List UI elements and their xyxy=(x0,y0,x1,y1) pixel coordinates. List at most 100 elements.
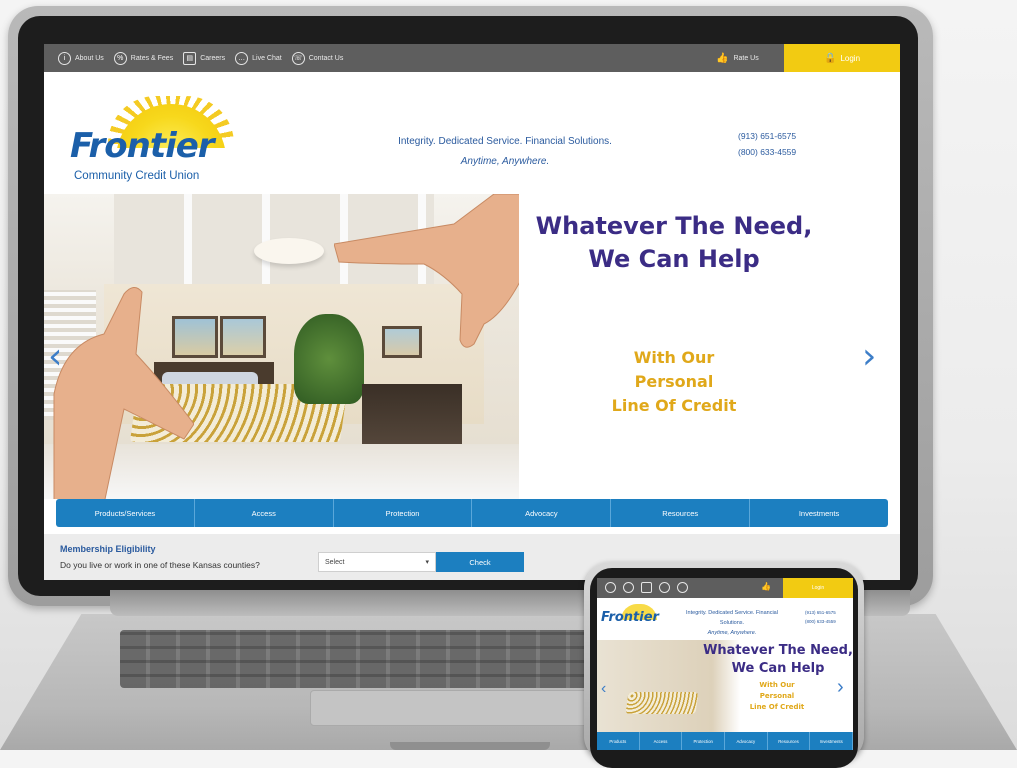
phone-login-label: Login xyxy=(811,585,825,591)
nav-tab-resources[interactable]: Resources xyxy=(611,499,751,527)
utility-link-label: Live Chat xyxy=(252,54,282,62)
county-select[interactable]: Select ▾ xyxy=(318,552,436,572)
phone-hero-slider: Whatever The Need, We Can Help With Our … xyxy=(597,640,853,732)
utility-link-label: Careers xyxy=(200,54,226,62)
main-nav: Products/Services Access Protection Advo… xyxy=(56,499,888,527)
phone-nav-tab-resources[interactable]: Resources xyxy=(768,732,811,750)
utility-link-contact-us[interactable]: ☏ Contact Us xyxy=(291,51,344,65)
phone-hero-sub-line-1: With Our xyxy=(759,681,795,689)
hero-bedroom-photo xyxy=(44,194,519,499)
phone-phone-numbers: (913) 651-6575 (800) 633-4559 xyxy=(805,608,836,626)
utility-bar: i About Us % Rates & Fees ▤ Careers … Li… xyxy=(44,44,900,72)
nav-tab-investments[interactable]: Investments xyxy=(750,499,888,527)
phone-hero-subheadline: With Our Personal Line Of Credit xyxy=(737,680,817,713)
dropdown-caret-icon: ▾ xyxy=(425,559,429,566)
briefcase-icon: ▤ xyxy=(183,51,197,65)
phone-login-button[interactable]: Login xyxy=(783,578,853,598)
hero-subheadline: With Our Personal Line Of Credit xyxy=(524,346,824,418)
phone-number-local[interactable]: (913) 651-6575 xyxy=(805,608,836,617)
phone-numbers: (913) 651-6575 (800) 633-4559 xyxy=(738,128,796,160)
tagline-line-2: Anytime, Anywhere. xyxy=(460,156,550,167)
phone-number-tollfree[interactable]: (800) 633-4559 xyxy=(805,617,836,626)
rate-us-label: Rate Us xyxy=(733,54,759,62)
phone-hero-sub-line-2: Personal xyxy=(759,692,795,700)
lock-icon: 🔒 xyxy=(824,52,837,64)
nav-tab-access[interactable]: Access xyxy=(195,499,334,527)
info-icon: i xyxy=(58,51,71,65)
phone-main-nav: Products Access Protection Advocacy Reso… xyxy=(597,732,853,750)
laptop-trackpad xyxy=(310,690,612,726)
rate-us-link[interactable]: 👍 Rate Us xyxy=(716,44,759,72)
phone-hero-headline: Whatever The Need, We Can Help xyxy=(703,642,853,678)
utility-link-about-us[interactable]: i About Us xyxy=(58,51,104,65)
phone-nav-tab-advocacy[interactable]: Advocacy xyxy=(725,732,768,750)
laptop-base xyxy=(0,590,1017,750)
check-button[interactable]: Check xyxy=(436,552,524,572)
phone-nav-tab-products[interactable]: Products xyxy=(597,732,640,750)
login-label: Login xyxy=(840,53,861,63)
thumbs-up-icon: 👍 xyxy=(716,52,729,64)
phone-number-local[interactable]: (913) 651-6575 xyxy=(738,128,796,144)
chat-icon: … xyxy=(235,51,249,65)
utility-link-live-chat[interactable]: … Live Chat xyxy=(235,51,282,65)
hero-headline: Whatever The Need, We Can Help xyxy=(504,210,844,276)
nav-tab-advocacy[interactable]: Advocacy xyxy=(472,499,612,527)
phone-site-logo[interactable]: Frontier xyxy=(601,604,661,634)
hero-slider: Whatever The Need, We Can Help With Our … xyxy=(44,194,900,499)
phone-tagline-line-1: Integrity. Dedicated Service. Financial xyxy=(686,610,778,616)
laptop-front-lip xyxy=(390,742,550,750)
phone-nav-tab-investments[interactable]: Investments xyxy=(810,732,853,750)
membership-question: Do you live or work in one of these Kans… xyxy=(60,560,260,570)
phone-icon: ☏ xyxy=(291,51,305,65)
logo-wordmark: Frontier xyxy=(70,126,215,166)
phone-screen: 👍 Login Frontier Integrity. Dedicated Se… xyxy=(597,578,853,750)
laptop-screen: i About Us % Rates & Fees ▤ Careers … Li… xyxy=(44,44,900,580)
percent-icon: % xyxy=(113,51,127,65)
phone-tagline: Integrity. Dedicated Service. Financial … xyxy=(673,608,791,638)
phone-tagline-line-2: Solutions. xyxy=(719,620,745,626)
phone-nav-tab-protection[interactable]: Protection xyxy=(682,732,726,750)
phone-tagline-line-3: Anytime, Anywhere. xyxy=(707,630,757,636)
phone-hero-sub-line-3: Line Of Credit xyxy=(749,703,805,711)
login-button[interactable]: 🔒 Login xyxy=(784,44,900,72)
utility-link-label: About Us xyxy=(75,54,104,62)
phone-logo-wordmark: Frontier xyxy=(601,610,659,625)
slider-prev-arrow-icon[interactable]: ‹ xyxy=(601,680,606,698)
ceiling-lamp xyxy=(254,238,324,264)
dresser xyxy=(362,384,462,444)
framing-hand-left xyxy=(53,287,194,499)
nav-tab-products-services[interactable]: Products/Services xyxy=(56,499,195,527)
logo-subtitle: Community Credit Union xyxy=(74,170,200,182)
slider-next-arrow-icon[interactable]: › xyxy=(862,339,876,375)
bed xyxy=(625,692,699,714)
chat-icon[interactable] xyxy=(659,582,670,593)
hero-sub-line-2: Personal xyxy=(634,372,714,391)
utility-link-rates-fees[interactable]: % Rates & Fees xyxy=(113,51,173,65)
phone-number-tollfree[interactable]: (800) 633-4559 xyxy=(738,144,796,160)
phone-hero-headline-line-2: We Can Help xyxy=(731,661,825,676)
utility-nav: i About Us % Rates & Fees ▤ Careers … Li… xyxy=(58,44,343,72)
phone-nav-tab-access[interactable]: Access xyxy=(640,732,683,750)
slider-prev-arrow-icon[interactable]: ‹ xyxy=(48,339,62,375)
hero-sub-line-3: Line Of Credit xyxy=(611,396,737,415)
hero-sub-line-1: With Our xyxy=(633,348,715,367)
nav-tab-protection[interactable]: Protection xyxy=(334,499,473,527)
phone-utility-bar: 👍 Login xyxy=(597,578,853,598)
tagline: Integrity. Dedicated Service. Financial … xyxy=(320,132,690,172)
tagline-line-1: Integrity. Dedicated Service. Financial … xyxy=(398,136,612,147)
framing-hand-right xyxy=(334,194,519,348)
phone-hero-headline-line-1: Whatever The Need, xyxy=(703,643,853,658)
phone-icon[interactable] xyxy=(677,582,688,593)
hero-headline-line-2: We Can Help xyxy=(588,245,760,273)
membership-title: Membership Eligibility xyxy=(60,544,156,554)
info-icon[interactable] xyxy=(605,582,616,593)
thumbs-up-icon[interactable]: 👍 xyxy=(761,582,771,591)
site-logo[interactable]: Frontier Community Credit Union xyxy=(66,96,246,186)
wall-picture xyxy=(220,316,266,358)
slider-next-arrow-icon[interactable]: › xyxy=(837,676,844,699)
briefcase-icon[interactable] xyxy=(641,582,652,593)
hero-headline-line-1: Whatever The Need, xyxy=(535,212,813,240)
percent-icon[interactable] xyxy=(623,582,634,593)
utility-link-careers[interactable]: ▤ Careers xyxy=(183,51,226,65)
utility-link-label: Contact Us xyxy=(308,54,344,62)
